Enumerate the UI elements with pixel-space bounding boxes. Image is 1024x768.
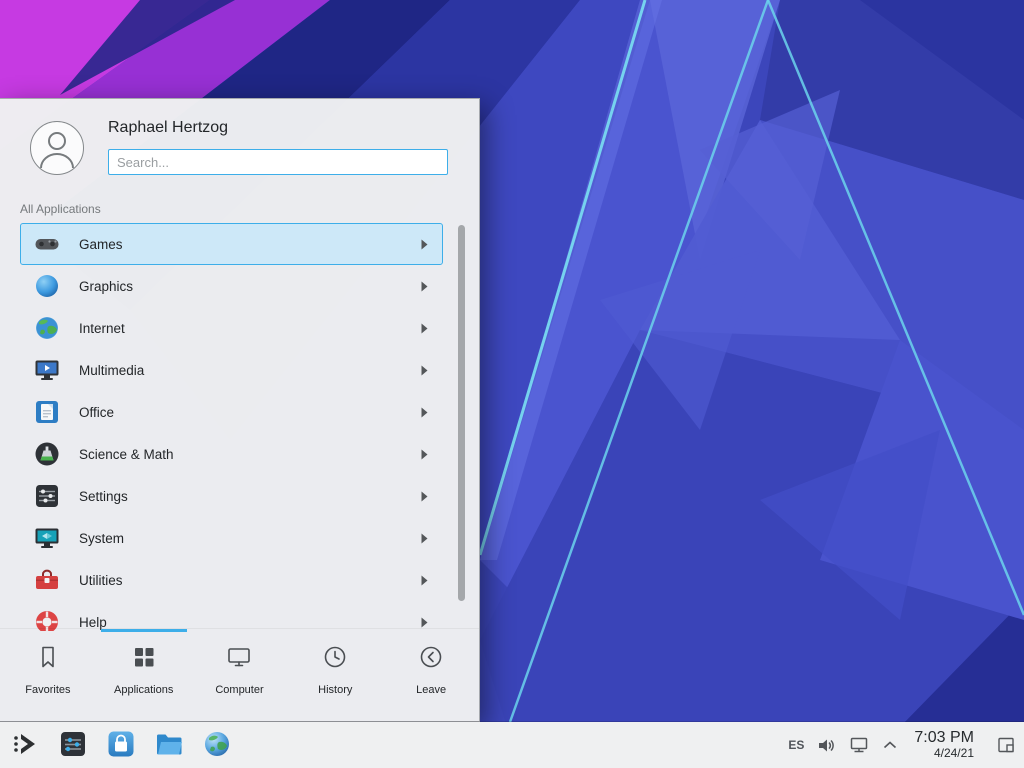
- internet-icon: [33, 314, 61, 342]
- volume-icon[interactable]: [817, 736, 836, 755]
- taskbar-panel: ES 7:03: [0, 722, 1024, 768]
- submenu-arrow-icon: [421, 575, 428, 586]
- expand-tray-icon[interactable]: [882, 740, 898, 750]
- show-desktop-button[interactable]: [996, 735, 1016, 755]
- file-manager-icon: [154, 729, 184, 762]
- tab-label: Favorites: [25, 684, 70, 696]
- category-games[interactable]: Games: [20, 223, 443, 265]
- clock-widget[interactable]: 7:03 PM 4/24/21: [914, 729, 974, 760]
- leave-icon: [418, 644, 444, 675]
- desktop: Raphael Hertzog All Applications Games: [0, 0, 1024, 768]
- category-utilities[interactable]: Utilities: [20, 559, 443, 601]
- category-list: Games Graphics: [0, 223, 479, 631]
- system-icon: [33, 524, 61, 552]
- favorites-icon: [35, 644, 61, 675]
- category-label: Office: [79, 405, 114, 420]
- category-label: Games: [79, 237, 123, 252]
- category-label: System: [79, 531, 124, 546]
- submenu-arrow-icon: [421, 407, 428, 418]
- help-icon: [33, 608, 61, 631]
- category-science-math[interactable]: Science & Math: [20, 433, 443, 475]
- tab-label: Computer: [215, 684, 263, 696]
- settings-icon: [33, 482, 61, 510]
- category-office[interactable]: Office: [20, 391, 443, 433]
- tab-label: History: [318, 684, 352, 696]
- tab-computer[interactable]: Computer: [192, 629, 288, 721]
- tab-history[interactable]: History: [287, 629, 383, 721]
- category-label: Settings: [79, 489, 128, 504]
- submenu-arrow-icon: [421, 365, 428, 376]
- category-label: Multimedia: [79, 363, 144, 378]
- category-internet[interactable]: Internet: [20, 307, 443, 349]
- computer-icon: [226, 644, 252, 675]
- category-help[interactable]: Help: [20, 601, 443, 631]
- submenu-arrow-icon: [421, 491, 428, 502]
- history-icon: [322, 644, 348, 675]
- system-settings-button[interactable]: [54, 726, 92, 764]
- category-multimedia[interactable]: Multimedia: [20, 349, 443, 391]
- clock-date: 4/24/21: [914, 747, 974, 760]
- file-manager-button[interactable]: [150, 726, 188, 764]
- applications-icon: [131, 644, 157, 675]
- submenu-arrow-icon: [421, 281, 428, 292]
- games-icon: [33, 230, 61, 258]
- software-center-button[interactable]: [102, 726, 140, 764]
- category-label: Science & Math: [79, 447, 174, 462]
- graphics-icon: [33, 272, 61, 300]
- user-name: Raphael Hertzog: [108, 119, 228, 137]
- science-math-icon: [33, 440, 61, 468]
- active-tab-indicator: [101, 629, 187, 632]
- section-label: All Applications: [20, 202, 101, 216]
- user-icon: [31, 122, 83, 174]
- application-launcher-menu: Raphael Hertzog All Applications Games: [0, 98, 480, 722]
- office-icon: [33, 398, 61, 426]
- web-browser-button[interactable]: [198, 726, 236, 764]
- panel-launchers: [6, 726, 236, 764]
- category-label: Internet: [79, 321, 125, 336]
- multimedia-icon: [33, 356, 61, 384]
- category-label: Help: [79, 615, 107, 630]
- system-settings-icon: [58, 729, 88, 762]
- launcher-tabbar: Favorites Applications: [0, 629, 479, 721]
- submenu-arrow-icon: [421, 239, 428, 250]
- tab-leave[interactable]: Leave: [383, 629, 479, 721]
- app-launcher-button[interactable]: [6, 726, 44, 764]
- system-tray: ES 7:03: [788, 729, 1016, 760]
- utilities-icon: [33, 566, 61, 594]
- category-label: Graphics: [79, 279, 133, 294]
- tab-applications[interactable]: Applications: [96, 629, 192, 721]
- tab-favorites[interactable]: Favorites: [0, 629, 96, 721]
- keyboard-layout-indicator[interactable]: ES: [788, 738, 804, 752]
- category-settings[interactable]: Settings: [20, 475, 443, 517]
- category-system[interactable]: System: [20, 517, 443, 559]
- show-desktop-icon: [996, 735, 1016, 755]
- submenu-arrow-icon: [421, 533, 428, 544]
- submenu-arrow-icon: [421, 449, 428, 460]
- web-browser-icon: [202, 729, 232, 762]
- software-center-icon: [106, 729, 136, 762]
- category-graphics[interactable]: Graphics: [20, 265, 443, 307]
- search-input[interactable]: [108, 149, 448, 175]
- submenu-arrow-icon: [421, 617, 428, 628]
- list-scrollbar[interactable]: [458, 225, 465, 601]
- category-label: Utilities: [79, 573, 123, 588]
- user-avatar[interactable]: [30, 121, 84, 175]
- app-launcher-icon: [10, 729, 40, 762]
- tab-label: Applications: [114, 684, 173, 696]
- tab-label: Leave: [416, 684, 446, 696]
- network-icon[interactable]: [849, 736, 869, 754]
- clock-time: 7:03 PM: [914, 729, 974, 747]
- submenu-arrow-icon: [421, 323, 428, 334]
